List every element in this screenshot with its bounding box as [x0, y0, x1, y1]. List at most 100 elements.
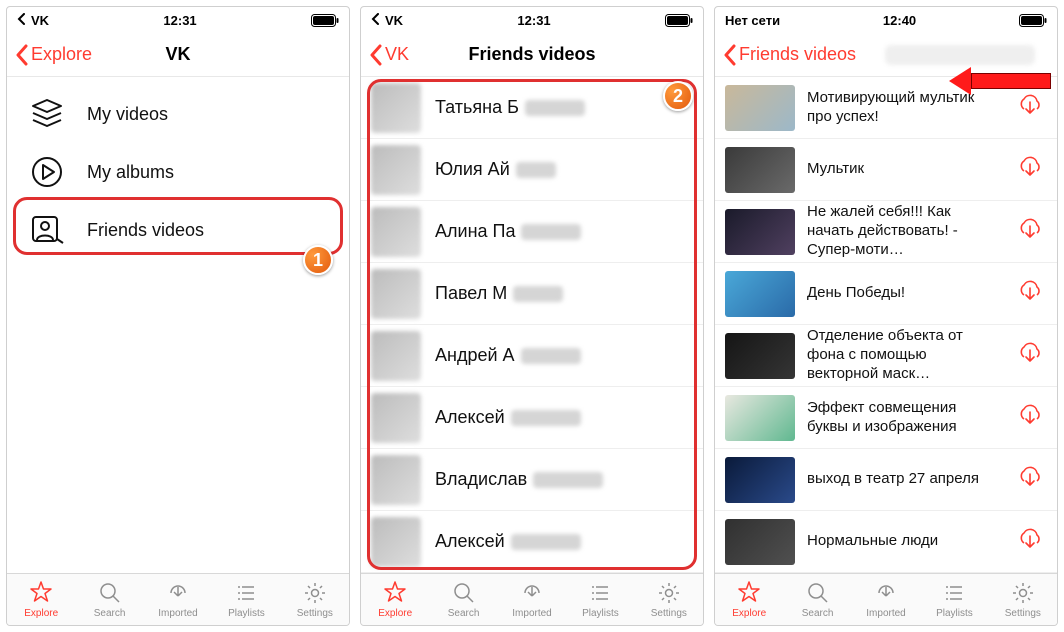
friend-row[interactable]: Павел М: [361, 263, 703, 325]
tab-label: Playlists: [936, 608, 973, 619]
friend-name: Владислав: [435, 469, 603, 490]
chevron-left-icon: [369, 44, 383, 66]
cloud-download-icon: [1016, 217, 1044, 246]
friend-row[interactable]: Алексей: [361, 387, 703, 449]
tab-search[interactable]: Search: [429, 574, 497, 625]
video-row[interactable]: День Победы!: [715, 263, 1057, 325]
tab-label: Explore: [24, 608, 58, 619]
download-button[interactable]: [1013, 279, 1047, 308]
download-button[interactable]: [1013, 93, 1047, 122]
menu-item-my-videos[interactable]: My videos: [7, 85, 349, 143]
friend-row[interactable]: Татьяна Б: [361, 77, 703, 139]
cloud-download-icon: [165, 580, 191, 606]
gear-icon: [1010, 580, 1036, 606]
back-button[interactable]: Friends videos: [723, 44, 856, 66]
download-button[interactable]: [1013, 403, 1047, 432]
cloud-download-icon: [1016, 341, 1044, 370]
tab-label: Explore: [378, 608, 412, 619]
content: My videos My albums Friends videos: [7, 77, 349, 573]
tab-imported[interactable]: Imported: [852, 574, 920, 625]
video-row[interactable]: Мультик: [715, 139, 1057, 201]
cloud-download-icon: [1016, 403, 1044, 432]
video-thumbnail: [725, 271, 795, 317]
tab-label: Search: [448, 608, 480, 619]
cloud-download-icon: [1016, 465, 1044, 494]
clock: 12:31: [163, 13, 196, 28]
battery-icon: [311, 14, 339, 27]
video-title: Эффект совмещения буквы и изображения: [807, 399, 1001, 437]
tab-label: Playlists: [582, 608, 619, 619]
download-button[interactable]: [1013, 217, 1047, 246]
tab-explore[interactable]: Explore: [7, 574, 75, 625]
friend-row[interactable]: Юлия Ай: [361, 139, 703, 201]
tab-bar: Explore Search ImportedPlaylists Settings: [7, 573, 349, 625]
video-row[interactable]: Отделение объекта от фона с помощью вект…: [715, 325, 1057, 387]
cloud-download-icon: [1016, 93, 1044, 122]
tab-explore[interactable]: Explore: [361, 574, 429, 625]
video-row[interactable]: Эффект совмещения буквы и изображения: [715, 387, 1057, 449]
download-button[interactable]: [1013, 341, 1047, 370]
video-thumbnail: [725, 333, 795, 379]
video-row[interactable]: Не жалей себя!!! Как начать действовать!…: [715, 201, 1057, 263]
avatar: [371, 83, 421, 133]
nav-header: Explore VK: [7, 33, 349, 77]
tab-settings[interactable]: Settings: [989, 574, 1057, 625]
callout-badge-1: 1: [303, 245, 333, 275]
video-thumbnail: [725, 457, 795, 503]
tab-label: Explore: [732, 608, 766, 619]
list-icon: [587, 580, 613, 606]
search-icon: [805, 580, 831, 606]
tab-search[interactable]: Search: [783, 574, 851, 625]
avatar: [371, 207, 421, 257]
video-row[interactable]: Нормальные люди: [715, 511, 1057, 573]
tab-playlists[interactable]: Playlists: [566, 574, 634, 625]
tab-label: Settings: [297, 608, 333, 619]
friend-row[interactable]: Алина Па: [361, 201, 703, 263]
tab-explore[interactable]: Explore: [715, 574, 783, 625]
screen-2: VK 12:31 VK Friends videos Татьяна БЮлия…: [360, 6, 704, 626]
callout-badge-2: 2: [663, 81, 693, 111]
tab-search[interactable]: Search: [75, 574, 143, 625]
tab-imported[interactable]: Imported: [498, 574, 566, 625]
tab-imported[interactable]: Imported: [144, 574, 212, 625]
page-title-blurred: [885, 45, 1035, 65]
download-button[interactable]: [1013, 527, 1047, 556]
battery-icon: [665, 14, 693, 27]
tab-label: Imported: [866, 608, 905, 619]
menu-item-my-albums[interactable]: My albums: [7, 143, 349, 201]
tab-label: Search: [94, 608, 126, 619]
friend-row[interactable]: Владислав: [361, 449, 703, 511]
video-thumbnail: [725, 395, 795, 441]
tab-playlists[interactable]: Playlists: [920, 574, 988, 625]
video-title: Не жалей себя!!! Как начать действовать!…: [807, 203, 1001, 259]
back-button[interactable]: VK: [369, 44, 409, 66]
menu-label: Friends videos: [87, 220, 204, 241]
friend-name: Андрей А: [435, 345, 581, 366]
tab-label: Search: [802, 608, 834, 619]
cloud-download-icon: [1016, 527, 1044, 556]
friend-row[interactable]: Алексей: [361, 511, 703, 573]
list-icon: [233, 580, 259, 606]
back-label: Explore: [31, 44, 92, 65]
back-button[interactable]: Explore: [15, 44, 92, 66]
tab-playlists[interactable]: Playlists: [212, 574, 280, 625]
tab-settings[interactable]: Settings: [635, 574, 703, 625]
chevron-left-icon: [723, 44, 737, 66]
friend-row[interactable]: Андрей А: [361, 325, 703, 387]
download-button[interactable]: [1013, 155, 1047, 184]
download-button[interactable]: [1013, 465, 1047, 494]
arrow-annotation: [949, 67, 1051, 95]
carrier-label: Нет сети: [725, 13, 780, 28]
avatar: [371, 455, 421, 505]
menu-item-friends-videos[interactable]: Friends videos: [7, 201, 349, 259]
friend-name: Алина Па: [435, 221, 581, 242]
menu-label: My albums: [87, 162, 174, 183]
video-row[interactable]: выход в театр 27 апреля: [715, 449, 1057, 511]
tab-bar: Explore Search Imported Playlists Settings: [715, 573, 1057, 625]
status-bar: VK 12:31: [7, 7, 349, 33]
tab-bar: Explore Search Imported Playlists Settings: [361, 573, 703, 625]
tab-settings[interactable]: Settings: [281, 574, 349, 625]
battery-icon: [1019, 14, 1047, 27]
back-label: Friends videos: [739, 44, 856, 65]
star-icon: [28, 580, 54, 606]
